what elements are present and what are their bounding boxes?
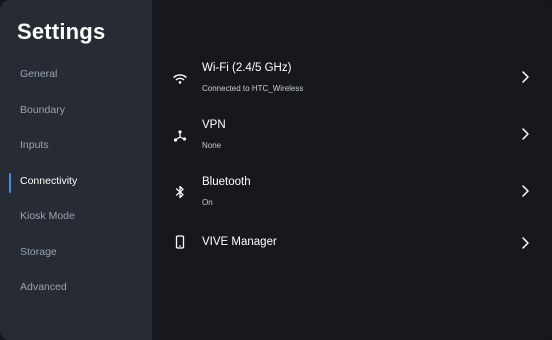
page-title: Settings bbox=[17, 19, 106, 44]
sidebar-item-boundary[interactable]: Boundary bbox=[0, 100, 152, 124]
sidebar-item-label: General bbox=[20, 68, 58, 80]
phone-icon bbox=[172, 234, 188, 250]
row-title: Wi-Fi (2.4/5 GHz) bbox=[202, 62, 292, 74]
row-title: VIVE Manager bbox=[202, 236, 277, 248]
sidebar-item-label: Inputs bbox=[20, 139, 49, 151]
bluetooth-row[interactable]: Bluetooth On bbox=[152, 170, 552, 216]
chevron-right-icon bbox=[520, 236, 530, 250]
sidebar-item-inputs[interactable]: Inputs bbox=[0, 135, 152, 159]
sidebar-item-label: Advanced bbox=[20, 281, 67, 293]
row-subtitle: On bbox=[202, 198, 213, 207]
chevron-right-icon bbox=[520, 184, 530, 198]
row-subtitle: None bbox=[202, 141, 222, 150]
settings-window: Settings General Boundary Inputs Connect… bbox=[0, 0, 552, 340]
wifi-row[interactable]: Wi-Fi (2.4/5 GHz) Connected to HTC_Wirel… bbox=[152, 56, 552, 102]
sidebar-item-kiosk-mode[interactable]: Kiosk Mode bbox=[0, 206, 152, 230]
row-title: VPN bbox=[202, 119, 226, 131]
sidebar-item-storage[interactable]: Storage bbox=[0, 242, 152, 266]
row-title: Bluetooth bbox=[202, 176, 251, 188]
sidebar-item-advanced[interactable]: Advanced bbox=[0, 277, 152, 301]
sidebar-item-label: Connectivity bbox=[20, 175, 78, 187]
sidebar-item-label: Storage bbox=[20, 246, 57, 258]
vpn-icon bbox=[172, 128, 188, 144]
bluetooth-icon bbox=[172, 184, 188, 200]
vive-manager-row[interactable]: VIVE Manager bbox=[152, 221, 552, 267]
connectivity-panel: Wi-Fi (2.4/5 GHz) Connected to HTC_Wirel… bbox=[152, 0, 552, 340]
row-subtitle: Connected to HTC_Wireless bbox=[202, 84, 304, 93]
sidebar: Settings General Boundary Inputs Connect… bbox=[0, 0, 152, 340]
sidebar-item-connectivity[interactable]: Connectivity bbox=[0, 171, 152, 195]
sidebar-item-label: Kiosk Mode bbox=[20, 210, 75, 222]
chevron-right-icon bbox=[520, 70, 530, 84]
sidebar-item-label: Boundary bbox=[20, 104, 65, 116]
vpn-row[interactable]: VPN None bbox=[152, 113, 552, 159]
chevron-right-icon bbox=[520, 127, 530, 141]
active-indicator bbox=[9, 173, 11, 193]
sidebar-item-general[interactable]: General bbox=[0, 64, 152, 88]
wifi-icon bbox=[172, 71, 188, 87]
